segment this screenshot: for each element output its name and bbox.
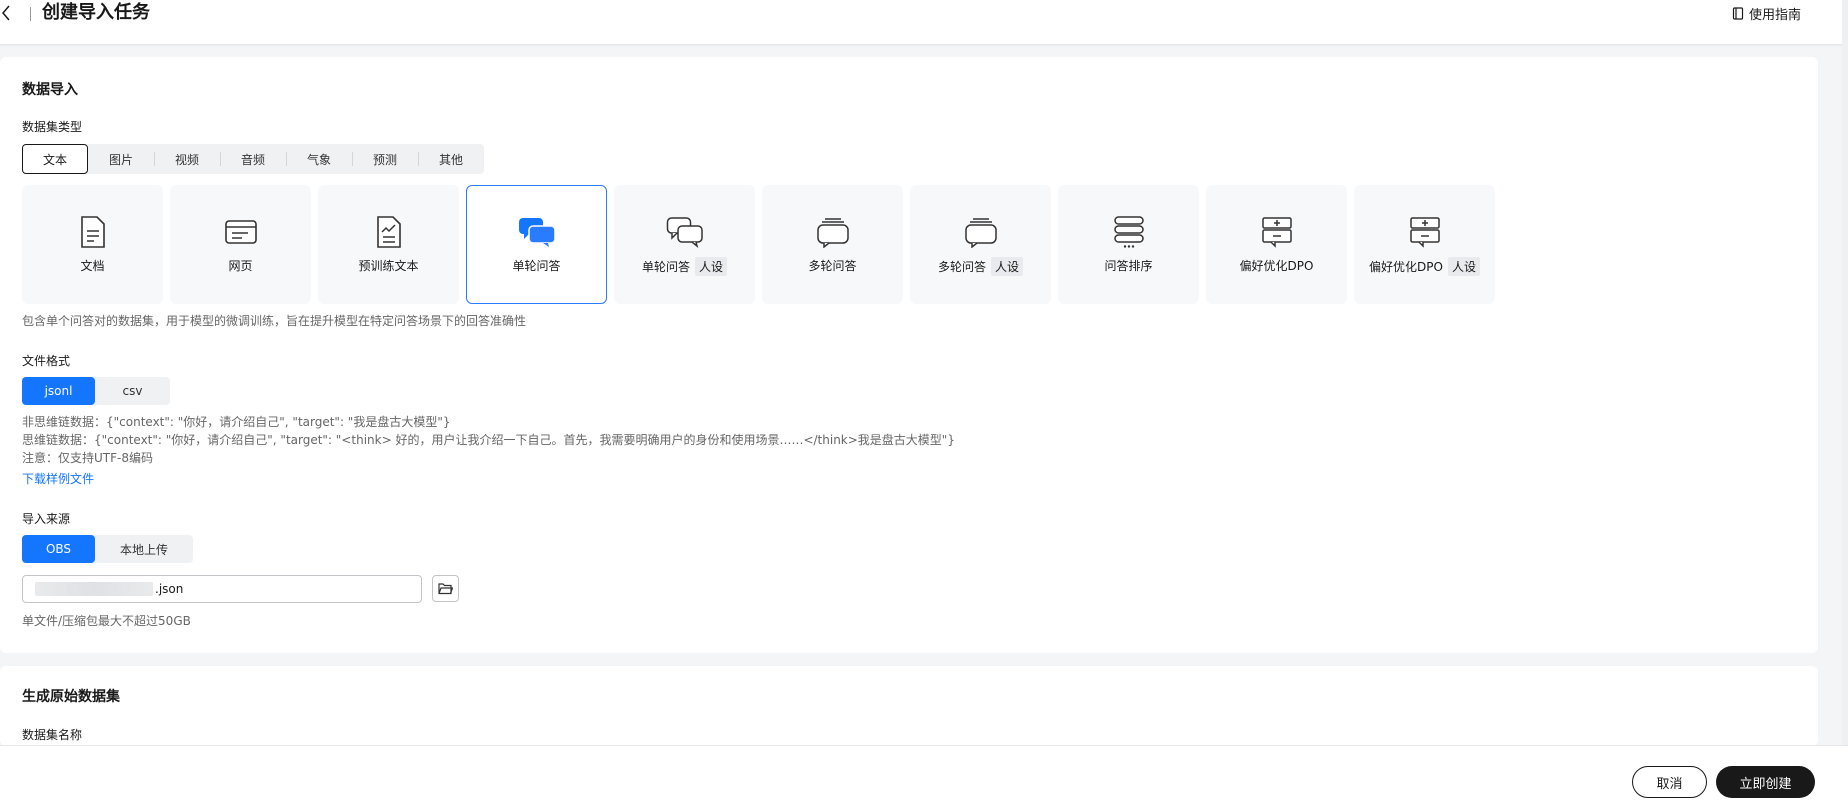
folder-icon	[438, 583, 453, 595]
create-now-button[interactable]: 立即创建	[1716, 766, 1815, 798]
source-obs[interactable]: OBS	[22, 535, 95, 563]
guide-link-label: 使用指南	[1748, 8, 1801, 23]
page-header: 创建导入任务 使用指南	[0, 0, 1848, 45]
webpage-icon	[224, 213, 258, 251]
redacted-path	[35, 582, 153, 596]
dataset-card-label: 偏好优化DPO	[1369, 260, 1443, 274]
file-format-label: 文件格式	[22, 354, 71, 368]
dataset-card-label: 文档	[80, 259, 105, 273]
example-line-cot: 思维链数据：{"context": "你好，请介绍自己", "target": …	[22, 433, 955, 447]
cancel-button[interactable]: 取消	[1632, 766, 1707, 798]
dataset-card-label: 多轮问答	[937, 260, 986, 274]
dataset-card-label: 网页	[228, 259, 253, 273]
tab-forecast[interactable]: 预测	[352, 144, 418, 174]
dataset-card-dpo-persona[interactable]: 偏好优化DPO 人设	[1354, 185, 1495, 304]
dataset-card-document[interactable]: 文档	[22, 185, 163, 304]
single-qa-icon	[518, 213, 556, 251]
tab-text[interactable]: 文本	[22, 144, 88, 174]
page-title: 创建导入任务	[42, 2, 150, 23]
browse-folder-button[interactable]	[432, 575, 459, 602]
tab-image[interactable]: 图片	[88, 144, 154, 174]
multi-qa-icon	[815, 213, 851, 251]
dataset-card-label: 问答排序	[1104, 259, 1153, 273]
dataset-type-tabs: 文本 图片 视频 音频 气象 预测 其他	[22, 144, 484, 174]
persona-tag: 人设	[1447, 257, 1480, 276]
generate-card: 生成原始数据集 数据集名称	[0, 666, 1818, 746]
encoding-note: 注意：仅支持UTF-8编码	[22, 451, 153, 465]
dpo-persona-icon	[1409, 213, 1441, 251]
dataset-card-dpo[interactable]: 偏好优化DPO	[1206, 185, 1347, 304]
obs-path-input[interactable]	[155, 582, 355, 596]
qa-ranking-icon	[1112, 213, 1146, 251]
import-section-title: 数据导入	[22, 82, 78, 98]
import-card: 数据导入 数据集类型 文本 图片 视频 音频 气象 预测 其他 文档 网页 预训…	[0, 57, 1818, 653]
dataset-card-label: 预训练文本	[358, 259, 419, 273]
pretrain-text-icon	[376, 213, 402, 251]
dataset-card-webpage[interactable]: 网页	[170, 185, 311, 304]
generate-section-title: 生成原始数据集	[22, 689, 120, 705]
user-guide-link[interactable]: 使用指南	[1732, 4, 1801, 23]
persona-tag: 人设	[991, 257, 1024, 276]
page-scrollbar[interactable]	[1842, 0, 1848, 745]
tab-weather[interactable]: 气象	[286, 144, 352, 174]
dataset-card-label: 偏好优化DPO	[1239, 259, 1314, 273]
single-qa-persona-icon	[666, 213, 704, 251]
example-line-plain: 非思维链数据：{"context": "你好，请介绍自己", "target":…	[22, 415, 451, 429]
file-size-hint: 单文件/压缩包最大不超过50GB	[22, 614, 191, 628]
persona-tag: 人设	[695, 257, 728, 276]
back-arrow-icon[interactable]	[0, 2, 14, 24]
dpo-icon	[1261, 213, 1293, 251]
page-footer: 取消 立即创建	[0, 745, 1848, 812]
dataset-card-pretrain-text[interactable]: 预训练文本	[318, 185, 459, 304]
dataset-card-description: 包含单个问答对的数据集，用于模型的微调训练，旨在提升模型在特定问答场景下的回答准…	[22, 314, 527, 328]
header-divider	[30, 7, 31, 21]
source-local-upload[interactable]: 本地上传	[95, 535, 193, 563]
document-icon	[80, 213, 106, 251]
dataset-card-single-qa[interactable]: 单轮问答	[466, 185, 607, 304]
dataset-card-label: 单轮问答	[512, 259, 561, 273]
dataset-name-label: 数据集名称	[22, 728, 83, 742]
format-jsonl[interactable]: jsonl	[22, 377, 95, 405]
dataset-card-single-qa-persona[interactable]: 单轮问答 人设	[614, 185, 755, 304]
dataset-card-label: 单轮问答	[641, 260, 690, 274]
dataset-card-multi-qa[interactable]: 多轮问答	[762, 185, 903, 304]
guide-book-icon	[1732, 7, 1744, 20]
format-csv[interactable]: csv	[95, 377, 170, 405]
multi-qa-persona-icon	[963, 213, 999, 251]
obs-path-field[interactable]	[22, 575, 422, 603]
dataset-card-multi-qa-persona[interactable]: 多轮问答 人设	[910, 185, 1051, 304]
dataset-card-label: 多轮问答	[808, 259, 857, 273]
tab-other[interactable]: 其他	[418, 144, 484, 174]
import-source-selector: OBS 本地上传	[22, 535, 193, 563]
dataset-type-label: 数据集类型	[22, 120, 83, 134]
tab-audio[interactable]: 音频	[220, 144, 286, 174]
tab-video[interactable]: 视频	[154, 144, 220, 174]
download-sample-link[interactable]: 下载样例文件	[22, 470, 94, 487]
dataset-card-qa-ranking[interactable]: 问答排序	[1058, 185, 1199, 304]
file-format-selector: jsonl csv	[22, 377, 170, 405]
dataset-card-list: 文档 网页 预训练文本 单轮问答 单轮问答 人设 多轮问答 多轮问答 人设 问答…	[22, 185, 1495, 304]
format-examples: 非思维链数据：{"context": "你好，请介绍自己", "target":…	[22, 413, 955, 467]
import-source-label: 导入来源	[22, 512, 71, 526]
